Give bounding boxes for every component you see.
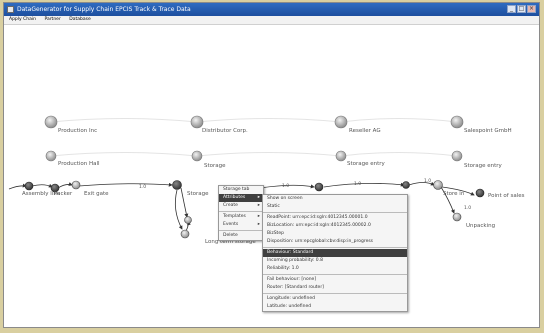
- step-node[interactable]: [452, 212, 462, 222]
- partner-label: Production Inc: [58, 128, 98, 134]
- graph-canvas[interactable]: 1.0 1.0 1.0 1.0 1.0 Production Inc Distr…: [4, 25, 539, 327]
- partner-links: [50, 118, 458, 157]
- submenu-item[interactable]: Disposition: urn:epcglobal:cbv:disp:in_p…: [263, 238, 407, 246]
- minimize-button[interactable]: _: [507, 5, 516, 13]
- partner-node[interactable]: [334, 115, 348, 129]
- submenu-item-behaviour[interactable]: Behaviour: Standard: [263, 249, 407, 257]
- step-label: Storage: [187, 191, 209, 197]
- menu-divider: [263, 212, 407, 213]
- submenu-item[interactable]: Longitude: undefined: [263, 295, 407, 303]
- edge-label: 1.0: [424, 179, 432, 184]
- step-label: Unpacking: [466, 223, 496, 229]
- menu-divider: [219, 230, 263, 231]
- context-item-attributes[interactable]: Attributes ▸: [219, 194, 263, 202]
- context-menu: Storage tab Attributes ▸ Create ▸ Template…: [218, 185, 264, 241]
- app-icon: [7, 6, 14, 13]
- edge-label: 1.0: [354, 182, 362, 187]
- menu-database[interactable]: Database: [69, 17, 90, 22]
- step-node[interactable]: [180, 229, 190, 239]
- menu-divider: [219, 211, 263, 212]
- menu-apply-chain[interactable]: Apply Chain: [9, 17, 36, 22]
- step-node[interactable]: [184, 216, 192, 224]
- attributes-submenu: Show on screen Static ReadPoint: urn:epc…: [262, 194, 408, 312]
- location-node[interactable]: [451, 150, 463, 162]
- submenu-item[interactable]: Incoming probability: 0.8: [263, 257, 407, 265]
- submenu-item[interactable]: Latitude: undefined: [263, 303, 407, 311]
- step-node[interactable]: [24, 181, 34, 191]
- partner-label: Distributor Corp.: [202, 128, 248, 134]
- step-label: Store in: [443, 191, 465, 197]
- location-node[interactable]: [45, 150, 57, 162]
- chevron-right-icon: ▸: [257, 203, 260, 208]
- chevron-right-icon: ▸: [257, 214, 260, 219]
- step-node[interactable]: [314, 182, 324, 192]
- partner-label: Reseller AG: [349, 128, 381, 134]
- context-item-storage-tab[interactable]: Storage tab: [219, 186, 263, 194]
- edge-label: 1.0: [139, 185, 147, 190]
- menu-bar: Apply Chain Partner Database: [4, 16, 539, 25]
- location-label: Production Hall: [58, 161, 100, 167]
- location-label: Storage entry: [464, 163, 502, 169]
- context-item-delete[interactable]: Delete: [219, 232, 263, 240]
- step-node[interactable]: [71, 180, 81, 190]
- app-window: DataGenerator for Supply Chain EPCIS Tra…: [3, 2, 540, 328]
- step-node[interactable]: [433, 180, 443, 190]
- submenu-item[interactable]: Fail behaviour: [none]: [263, 276, 407, 284]
- submenu-item[interactable]: BizLocation: urn:epc:id:sgln:4012345.000…: [263, 222, 407, 230]
- partner-node[interactable]: [44, 115, 58, 129]
- context-item-create[interactable]: Create ▸: [219, 202, 263, 210]
- step-label: Exit gate: [84, 191, 109, 197]
- menu-divider: [263, 293, 407, 294]
- submenu-item[interactable]: Static: [263, 203, 407, 211]
- submenu-item[interactable]: Show on screen: [263, 195, 407, 203]
- context-item-events[interactable]: Events ▸: [219, 221, 263, 229]
- submenu-item[interactable]: BizStep: [263, 230, 407, 238]
- partner-label: Salespoint GmbH: [464, 128, 512, 134]
- partner-node[interactable]: [190, 115, 204, 129]
- menu-divider: [263, 247, 407, 248]
- menu-partner[interactable]: Partner: [44, 17, 60, 22]
- edge-label: 1.0: [282, 184, 290, 189]
- title-bar: DataGenerator for Supply Chain EPCIS Tra…: [4, 3, 539, 16]
- step-node[interactable]: [172, 180, 182, 190]
- step-label: Packer: [54, 191, 73, 197]
- location-label: Storage entry: [347, 161, 385, 167]
- context-item-templates[interactable]: Templates ▸: [219, 213, 263, 221]
- chevron-right-icon: ▸: [257, 195, 260, 200]
- partner-node[interactable]: [450, 115, 464, 129]
- submenu-item[interactable]: Reliability: 1.0: [263, 265, 407, 273]
- location-label: Storage: [204, 163, 226, 169]
- maximize-button[interactable]: □: [517, 5, 526, 13]
- chevron-right-icon: ▸: [257, 222, 260, 227]
- step-node[interactable]: [402, 181, 410, 189]
- location-node[interactable]: [191, 150, 203, 162]
- menu-divider: [263, 274, 407, 275]
- step-label: Point of sales: [488, 193, 525, 199]
- location-node[interactable]: [335, 150, 347, 162]
- edge-label: 1.0: [464, 206, 472, 211]
- close-button[interactable]: ×: [527, 5, 536, 13]
- step-node[interactable]: [475, 188, 485, 198]
- window-title: DataGenerator for Supply Chain EPCIS Tra…: [17, 6, 191, 13]
- submenu-item[interactable]: ReadPoint: urn:epc:id:sgln:4012345.00001…: [263, 214, 407, 222]
- submenu-item[interactable]: Router: [Standard router]: [263, 284, 407, 292]
